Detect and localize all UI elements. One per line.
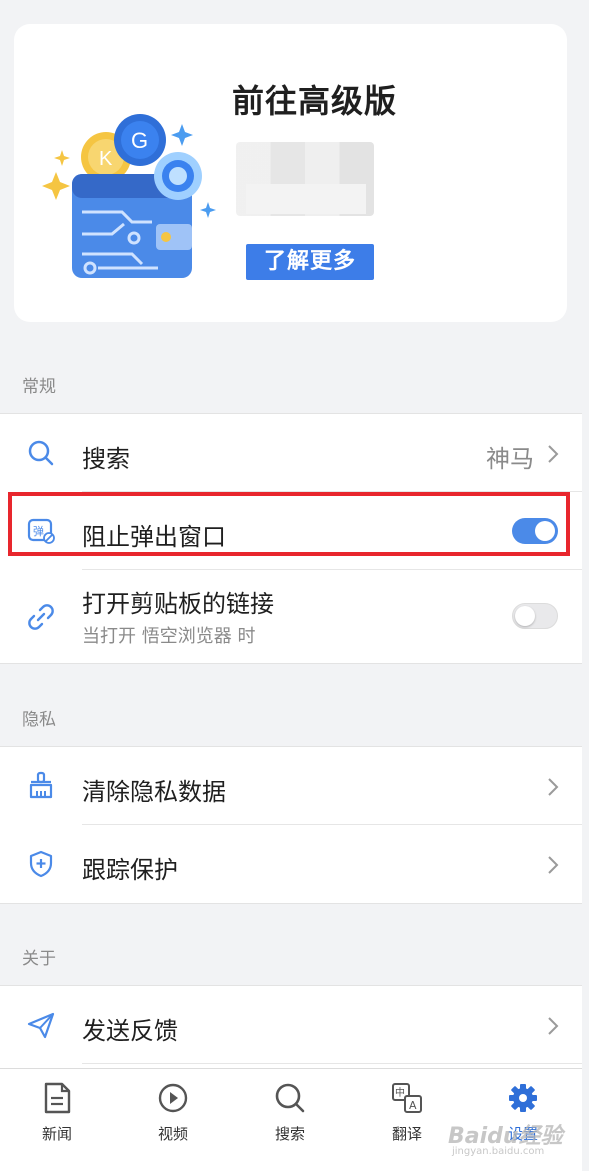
tab-news[interactable]: 新闻: [12, 1081, 102, 1144]
learn-more-button[interactable]: 了解更多: [246, 244, 374, 280]
tracking-protection-label: 跟踪保护: [82, 856, 178, 884]
about-settings-group: 发送反馈: [0, 985, 582, 1075]
svg-text:弹: 弹: [33, 524, 44, 538]
settings-row-clear-private-data[interactable]: 清除隐私数据: [0, 747, 582, 825]
block-popups-label: 阻止弹出窗口: [82, 523, 226, 551]
general-settings-group: 搜索 神马 弹 阻止弹出窗口 打开剪贴板的链接 当打开 悟空浏览器 时: [0, 413, 582, 664]
tab-search-label: 搜索: [274, 1125, 305, 1143]
link-icon: [28, 604, 54, 630]
block-popup-icon: 弹: [27, 518, 55, 544]
shield-icon: [29, 850, 53, 878]
chevron-right-icon: [548, 1017, 559, 1035]
svg-text:G: G: [131, 128, 148, 153]
promo-blurred-description-fade: [246, 184, 366, 214]
toggle-knob: [535, 521, 555, 541]
settings-row-tracking-protection[interactable]: 跟踪保护: [0, 825, 582, 903]
video-play-icon: [158, 1083, 188, 1113]
svg-text:中: 中: [395, 1086, 405, 1099]
svg-text:K: K: [99, 148, 113, 170]
send-feedback-label: 发送反馈: [82, 1017, 178, 1045]
premium-promo-card[interactable]: K G 前往高级版 了解更多: [14, 24, 567, 322]
promo-title: 前往高级版: [232, 82, 398, 120]
tab-video-label: 视频: [157, 1125, 188, 1143]
privacy-settings-group: 清除隐私数据 跟踪保护: [0, 746, 582, 904]
settings-row-search-engine[interactable]: 搜索 神马: [0, 414, 582, 492]
broom-icon: [29, 771, 53, 799]
chevron-right-icon: [548, 856, 559, 874]
search-icon: [28, 440, 54, 466]
settings-row-block-popups[interactable]: 弹 阻止弹出窗口: [0, 492, 582, 570]
clipboard-links-label: 打开剪贴板的链接: [82, 590, 274, 618]
settings-row-clipboard-links[interactable]: 打开剪贴板的链接 当打开 悟空浏览器 时: [0, 570, 582, 663]
paper-plane-icon: [27, 1012, 55, 1039]
clipboard-links-subtitle: 当打开 悟空浏览器 时: [82, 626, 256, 647]
search-icon: [275, 1083, 305, 1113]
block-popups-toggle[interactable]: [512, 518, 558, 544]
chevron-right-icon: [548, 778, 559, 796]
section-label-privacy: 隐私: [22, 710, 56, 730]
translate-icon: 中 A: [392, 1083, 422, 1113]
clipboard-links-toggle[interactable]: [512, 603, 558, 629]
row-divider: [82, 1063, 582, 1064]
settings-row-send-feedback[interactable]: 发送反馈: [0, 986, 582, 1064]
section-label-about: 关于: [22, 949, 56, 969]
watermark-url: jingyan.baidu.com: [452, 1146, 545, 1157]
tab-news-label: 新闻: [41, 1125, 72, 1143]
news-icon: [44, 1082, 71, 1114]
chevron-right-icon: [548, 445, 559, 463]
tab-video[interactable]: 视频: [128, 1081, 218, 1144]
search-engine-value: 神马: [486, 445, 534, 473]
wallet-coins-illustration: K G: [42, 114, 216, 278]
clear-private-data-label: 清除隐私数据: [82, 778, 226, 806]
tab-translate-label: 翻译: [391, 1125, 422, 1143]
svg-text:A: A: [409, 1099, 417, 1112]
gear-icon: [509, 1084, 537, 1112]
section-label-general: 常规: [22, 377, 56, 397]
toggle-knob: [515, 606, 535, 626]
tab-translate[interactable]: 中 A 翻译: [362, 1081, 452, 1144]
tab-search[interactable]: 搜索: [245, 1081, 335, 1144]
search-engine-label: 搜索: [82, 445, 130, 473]
